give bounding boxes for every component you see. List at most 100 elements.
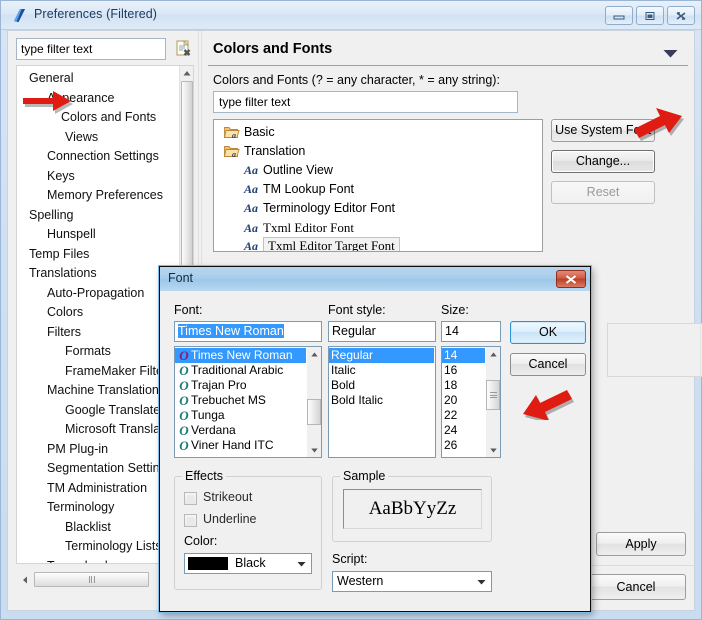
scroll-up-arrow-icon[interactable] bbox=[307, 347, 321, 361]
font-style-label: Font style: bbox=[328, 303, 386, 317]
colors-fonts-tree-item[interactable]: Aa Txml Editor Font bbox=[214, 218, 542, 237]
colors-fonts-filter-input[interactable]: type filter text bbox=[213, 91, 518, 113]
dialog-cancel-button[interactable]: Cancel bbox=[510, 353, 586, 376]
apply-button[interactable]: Apply bbox=[596, 532, 686, 556]
colors-fonts-tree-item[interactable]: Aa Outline View bbox=[214, 161, 542, 180]
sidebar-item[interactable]: Hunspell bbox=[17, 225, 179, 245]
list-item[interactable]: Bold bbox=[329, 378, 434, 393]
sidebar-item[interactable]: General bbox=[17, 69, 179, 89]
colors-fonts-tree-item-label: TM Lookup Font bbox=[263, 182, 355, 196]
font-size-listbox[interactable]: 14 16 18 20 22 24 26 bbox=[441, 346, 501, 458]
list-item[interactable]: 24 bbox=[442, 423, 485, 438]
chevron-down-icon[interactable] bbox=[293, 556, 309, 571]
sidebar-item[interactable]: Memory Preferences bbox=[17, 186, 179, 206]
preferences-tree-scroll-thumb[interactable] bbox=[181, 81, 193, 266]
scroll-down-arrow-icon[interactable] bbox=[307, 443, 321, 457]
list-item[interactable]: 26 bbox=[442, 438, 485, 453]
list-item[interactable]: Regular bbox=[329, 348, 434, 363]
page-title: Colors and Fonts bbox=[213, 41, 333, 57]
sidebar-item[interactable]: Terminology Lists bbox=[17, 537, 179, 557]
strikeout-checkbox[interactable] bbox=[184, 492, 197, 505]
clear-filter-icon[interactable] bbox=[174, 39, 194, 59]
colors-fonts-tree-item-label: Basic bbox=[244, 125, 275, 139]
list-item[interactable]: Italic bbox=[329, 363, 434, 378]
preview-textarea[interactable] bbox=[607, 323, 702, 377]
sidebar-item[interactable]: Temp Files bbox=[17, 245, 179, 265]
sidebar-item[interactable]: Terminology bbox=[17, 498, 179, 518]
font-style-input[interactable]: Regular bbox=[328, 321, 436, 342]
sidebar-item[interactable]: Google Translate bbox=[17, 401, 179, 421]
list-item[interactable]: O Times New Roman bbox=[175, 348, 306, 363]
preferences-tree-list: General Appearance Colors and Fonts Views Co… bbox=[17, 69, 179, 564]
font-list-scrollbar[interactable] bbox=[307, 347, 321, 457]
size-list-scrollbar[interactable] bbox=[486, 347, 500, 457]
sidebar-item[interactable]: Filters bbox=[17, 323, 179, 343]
sidebar-item[interactable]: Colors bbox=[17, 303, 179, 323]
sidebar-item[interactable]: FrameMaker Filters bbox=[17, 362, 179, 382]
sidebar-item[interactable]: Auto-Propagation bbox=[17, 284, 179, 304]
font-name-input[interactable]: Times New Roman bbox=[174, 321, 322, 342]
colors-fonts-tree-item[interactable]: Aa Terminology Editor Font bbox=[214, 199, 542, 218]
colors-fonts-tree-item[interactable]: Aa Txml Editor Target Font bbox=[214, 237, 542, 251]
sidebar-item[interactable]: Segmentation Settings bbox=[17, 459, 179, 479]
scroll-up-arrow-icon[interactable] bbox=[180, 66, 193, 80]
folder-aa-icon: a bbox=[223, 125, 240, 140]
font-dialog-close-button[interactable] bbox=[556, 270, 586, 288]
font-list-scroll-thumb[interactable] bbox=[307, 399, 321, 425]
font-family-listbox[interactable]: O Times New Roman O Traditional Arabic O Traj… bbox=[174, 346, 322, 458]
font-size-input[interactable]: 14 bbox=[441, 321, 501, 342]
scroll-left-arrow-icon[interactable] bbox=[16, 571, 33, 588]
sidebar-item[interactable]: Transcheck bbox=[17, 557, 179, 564]
sidebar-filter-input[interactable]: type filter text bbox=[16, 38, 166, 60]
folder-aa-icon: a bbox=[223, 144, 240, 159]
sidebar-item[interactable]: Connection Settings bbox=[17, 147, 179, 167]
sidebar-item[interactable]: Machine Translation bbox=[17, 381, 179, 401]
sidebar-item[interactable]: Blacklist bbox=[17, 518, 179, 538]
change-button[interactable]: Change... bbox=[551, 150, 655, 173]
sidebar-item[interactable]: Colors and Fonts bbox=[17, 108, 179, 128]
list-item[interactable]: O Tunga bbox=[175, 408, 306, 423]
sidebar-item[interactable]: Spelling bbox=[17, 206, 179, 226]
list-item[interactable]: 22 bbox=[442, 408, 485, 423]
list-item[interactable]: Bold Italic bbox=[329, 393, 434, 408]
chevron-down-icon[interactable] bbox=[663, 47, 678, 61]
sidebar-item[interactable]: Keys bbox=[17, 167, 179, 187]
sidebar-item[interactable]: Microsoft Translator bbox=[17, 420, 179, 440]
list-item[interactable]: 16 bbox=[442, 363, 485, 378]
list-item[interactable]: O Viner Hand ITC bbox=[175, 438, 306, 453]
list-item[interactable]: 18 bbox=[442, 378, 485, 393]
close-button[interactable] bbox=[667, 6, 695, 25]
underline-checkbox[interactable] bbox=[184, 514, 197, 527]
preferences-tree-hscroll-thumb[interactable] bbox=[34, 572, 149, 587]
sidebar-item[interactable]: Translations bbox=[17, 264, 179, 284]
colors-fonts-tree-item[interactable]: a Basic bbox=[214, 123, 542, 142]
font-dialog-body: Font: Font style: Size: Times New Roman … bbox=[160, 291, 590, 611]
colors-fonts-tree-item[interactable]: Aa TM Lookup Font bbox=[214, 180, 542, 199]
list-item[interactable]: 20 bbox=[442, 393, 485, 408]
use-system-font-button[interactable]: Use System Font bbox=[551, 119, 655, 142]
scroll-down-arrow-icon[interactable] bbox=[486, 443, 500, 457]
scroll-up-arrow-icon[interactable] bbox=[486, 347, 500, 361]
sidebar-item[interactable]: Appearance bbox=[17, 89, 179, 109]
chevron-down-icon[interactable] bbox=[473, 574, 489, 589]
colors-fonts-tree-item[interactable]: a Translation bbox=[214, 142, 542, 161]
sidebar-item[interactable]: Formats bbox=[17, 342, 179, 362]
list-item[interactable]: O Verdana bbox=[175, 423, 306, 438]
list-item[interactable]: O Traditional Arabic bbox=[175, 363, 306, 378]
size-list-scroll-thumb[interactable] bbox=[486, 380, 500, 410]
sidebar-item[interactable]: Views bbox=[17, 128, 179, 148]
font-style-listbox[interactable]: Regular Italic Bold Bold Italic bbox=[328, 346, 436, 458]
list-item[interactable]: O Trebuchet MS bbox=[175, 393, 306, 408]
maximize-button[interactable] bbox=[636, 6, 664, 25]
sidebar-item[interactable]: TM Administration bbox=[17, 479, 179, 499]
sidebar-item[interactable]: PM Plug-in bbox=[17, 440, 179, 460]
ok-button[interactable]: OK bbox=[510, 321, 586, 344]
list-item[interactable]: 14 bbox=[442, 348, 485, 363]
font-size-list: 14 16 18 20 22 24 26 bbox=[442, 348, 485, 453]
list-item[interactable]: O Trajan Pro bbox=[175, 378, 306, 393]
colors-fonts-tree[interactable]: a Basic a Translation Aa Outline View Aa TM Loo… bbox=[213, 119, 543, 252]
color-combobox[interactable]: Black bbox=[184, 553, 312, 574]
script-combobox[interactable]: Western bbox=[332, 571, 492, 592]
cancel-button[interactable]: Cancel bbox=[586, 574, 686, 600]
minimize-button[interactable] bbox=[605, 6, 633, 25]
